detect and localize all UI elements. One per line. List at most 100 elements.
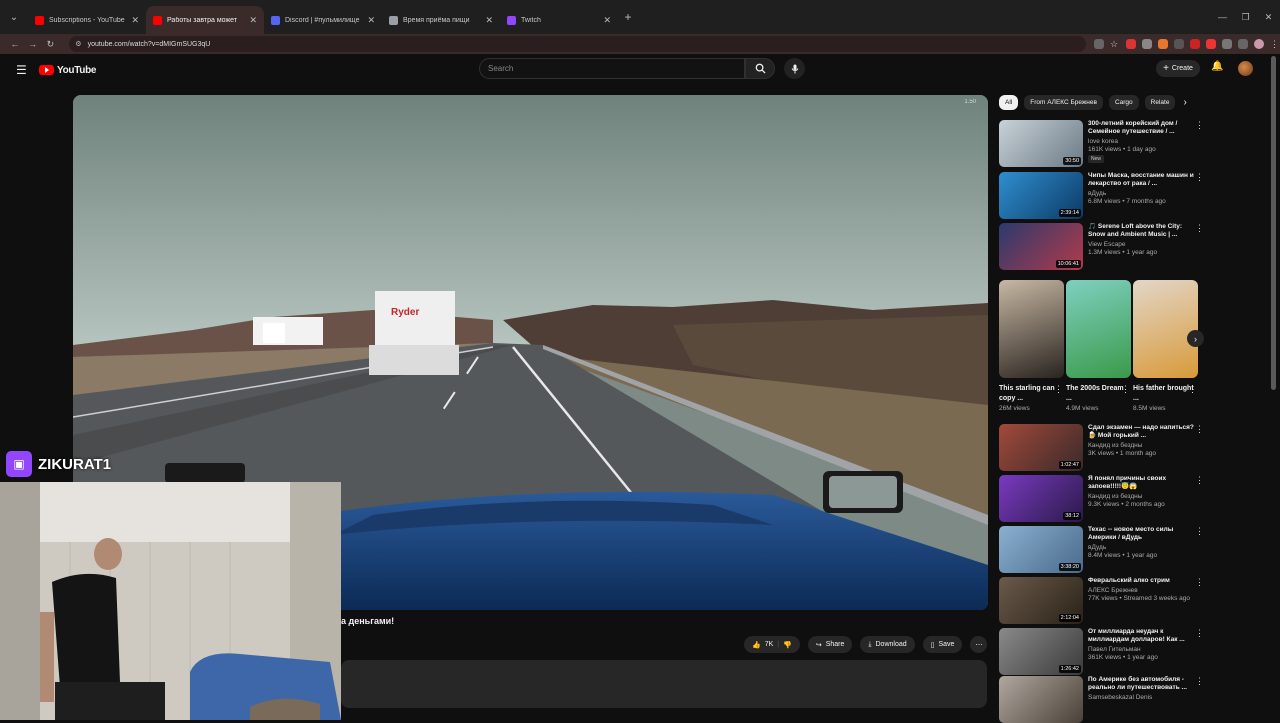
forward-icon[interactable]: → <box>24 39 42 49</box>
channel-name[interactable]: вДудь <box>1088 544 1194 552</box>
filter-chip[interactable]: Cargo <box>1108 95 1139 110</box>
close-tab-icon[interactable]: ✕ <box>131 15 139 26</box>
video-title[interactable]: 🎵 Serene Loft above the City: Snow and A… <box>1088 223 1194 239</box>
close-tab-icon[interactable]: ✕ <box>367 15 375 26</box>
short-thumbnail[interactable] <box>1133 280 1198 378</box>
channel-name[interactable]: View Escape <box>1088 241 1194 249</box>
video-thumbnail[interactable]: 30:50 <box>999 120 1083 167</box>
browser-tab[interactable]: Twitch ✕ <box>500 6 618 34</box>
short-thumbnail[interactable] <box>1066 280 1131 378</box>
channel-name[interactable]: АЛЕКС Брежнев <box>1088 587 1194 595</box>
video-title[interactable]: Сдал экзамен — надо напиться?🍺 Мой горьк… <box>1088 424 1194 440</box>
page-scrollbar[interactable] <box>1271 56 1276 390</box>
short-card[interactable]: The 2000s Dream ... 4.9M views ⋮ <box>1066 280 1131 412</box>
minimize-icon[interactable]: — <box>1211 12 1234 22</box>
channel-name[interactable]: Кандид из бездны <box>1088 442 1194 450</box>
youtube-logo[interactable]: YouTube <box>39 65 97 76</box>
more-vertical-icon[interactable]: ⋮ <box>1188 384 1197 395</box>
more-vertical-icon[interactable]: ⋮ <box>1195 476 1204 485</box>
search-button[interactable] <box>745 58 775 79</box>
video-thumbnail[interactable]: 1:02:47 <box>999 424 1083 471</box>
like-button[interactable]: 👍 7K | 👎 <box>744 636 800 653</box>
more-vertical-icon[interactable]: ⋮ <box>1195 578 1204 587</box>
extension-icon[interactable] <box>1206 39 1216 49</box>
video-title[interactable]: По Америке без автомобиля - реально ли п… <box>1088 676 1194 692</box>
close-tab-icon[interactable]: ✕ <box>603 15 611 26</box>
close-tab-icon[interactable]: ✕ <box>485 15 493 26</box>
download-button[interactable]: ⤓ Download <box>860 636 915 653</box>
recommended-video[interactable]: 1:02:47 Сдал экзамен — надо напиться?🍺 Мо… <box>999 424 1204 471</box>
description-box[interactable] <box>341 660 987 708</box>
video-thumbnail[interactable]: 1:26:42 <box>999 628 1083 675</box>
puzzle-icon[interactable] <box>1222 39 1232 49</box>
more-actions-button[interactable]: ⋯ <box>970 636 988 653</box>
video-title[interactable]: Чипы Маска, восстание машин и лекарство … <box>1088 172 1194 188</box>
account-avatar[interactable] <box>1238 61 1253 76</box>
menu-icon[interactable]: ☰ <box>16 63 28 77</box>
browser-tab[interactable]: Время приёма пищи ✕ <box>382 6 500 34</box>
video-thumbnail[interactable]: 2:12:04 <box>999 577 1083 624</box>
more-vertical-icon[interactable]: ⋮ <box>1195 173 1204 182</box>
video-title[interactable]: От миллиарда неудач к миллиардам долларо… <box>1088 628 1194 644</box>
more-vertical-icon[interactable]: ⋮ <box>1195 629 1204 638</box>
browser-tab[interactable]: Работы завтра может ✕ <box>146 6 264 34</box>
recommended-video[interactable]: 1:26:42 От миллиарда неудач к миллиардам … <box>999 628 1204 675</box>
more-vertical-icon[interactable]: ⋮ <box>1195 224 1204 233</box>
channel-name[interactable]: Павел Гительман <box>1088 646 1194 654</box>
extension-icon[interactable] <box>1094 39 1104 49</box>
more-vertical-icon[interactable]: ⋮ <box>1054 384 1063 395</box>
video-thumbnail[interactable] <box>999 676 1083 723</box>
reload-icon[interactable]: ↻ <box>42 39 60 50</box>
extension-icon[interactable] <box>1158 39 1168 49</box>
filter-chip[interactable]: From АЛЕКС Брежнев <box>1024 95 1103 110</box>
more-vertical-icon[interactable]: ⋮ <box>1195 527 1204 536</box>
extension-icon[interactable] <box>1142 39 1152 49</box>
short-card[interactable]: His father brought ... 8.5M views ⋮ <box>1133 280 1198 412</box>
video-thumbnail[interactable]: 10:06:41 <box>999 223 1083 270</box>
video-title[interactable]: Я понял причины своих запоев!!!!!😇😱 <box>1088 475 1194 491</box>
close-window-icon[interactable]: ✕ <box>1257 12 1280 23</box>
star-icon[interactable]: ☆ <box>1110 39 1120 49</box>
video-thumbnail[interactable]: 2:39:14 <box>999 172 1083 219</box>
recommended-video[interactable]: 38:12 Я понял причины своих запоев!!!!!😇😱… <box>999 475 1204 522</box>
create-button[interactable]: + Create <box>1156 60 1200 77</box>
video-title[interactable]: Февральский алко стрим <box>1088 577 1194 585</box>
filter-chip[interactable]: Relate <box>1144 95 1176 110</box>
sidepanel-icon[interactable] <box>1238 39 1248 49</box>
recommended-video[interactable]: 3:38:20 Техас -- новое место силы Америки… <box>999 526 1204 573</box>
recommended-video[interactable]: 2:12:04 Февральский алко стрим АЛЕКС Брежн… <box>999 577 1204 624</box>
recommended-video[interactable]: По Америке без автомобиля - реально ли п… <box>999 676 1204 723</box>
shorts-next-button[interactable]: › <box>1187 330 1204 347</box>
video-title[interactable]: Техас -- новое место силы Америки / вДуд… <box>1088 526 1194 542</box>
address-bar[interactable]: ⚙ youtube.com/watch?v=dMIGmSUG3qU <box>69 36 1086 52</box>
close-tab-icon[interactable]: ✕ <box>249 15 257 26</box>
video-thumbnail[interactable]: 38:12 <box>999 475 1083 522</box>
video-title[interactable]: 300-летний корейский дом / Семейное путе… <box>1088 120 1194 136</box>
profile-icon[interactable] <box>1254 39 1264 49</box>
channel-name[interactable]: love korea <box>1088 138 1194 146</box>
save-button[interactable]: ▯ Save <box>922 636 963 653</box>
more-menu-icon[interactable]: ⋮ <box>1270 39 1280 49</box>
voice-search-button[interactable] <box>784 58 805 79</box>
browser-tab[interactable]: Discord | #пульмилище | l'affaire ✕ <box>264 6 382 34</box>
short-card[interactable]: This starling can copy ... 26M views ⋮ <box>999 280 1064 412</box>
search-input[interactable]: Search <box>479 58 745 79</box>
back-icon[interactable]: ← <box>6 39 24 49</box>
recommended-video[interactable]: 10:06:41 🎵 Serene Loft above the City: Sn… <box>999 223 1204 270</box>
channel-name[interactable]: Samsebeskazal Denis <box>1088 694 1194 702</box>
notifications-bell-icon[interactable]: 🔔 <box>1211 61 1223 72</box>
more-vertical-icon[interactable]: ⋮ <box>1121 384 1130 395</box>
thumbs-down-icon[interactable]: 👎 <box>783 641 792 649</box>
more-vertical-icon[interactable]: ⋮ <box>1195 677 1204 686</box>
extension-icon[interactable] <box>1190 39 1200 49</box>
channel-name[interactable]: вДудь <box>1088 190 1194 198</box>
recommended-video[interactable]: 2:39:14 Чипы Маска, восстание машин и лек… <box>999 172 1204 219</box>
site-info-icon[interactable]: ⚙ <box>75 40 81 48</box>
maximize-icon[interactable]: ❐ <box>1234 12 1257 23</box>
extension-icon[interactable] <box>1174 39 1184 49</box>
filter-chip[interactable]: All <box>999 95 1019 110</box>
tab-search-icon[interactable]: ⌄ <box>0 0 28 34</box>
more-vertical-icon[interactable]: ⋮ <box>1195 425 1204 434</box>
chips-next-icon[interactable]: › <box>1183 97 1186 108</box>
extension-icon[interactable] <box>1126 39 1136 49</box>
